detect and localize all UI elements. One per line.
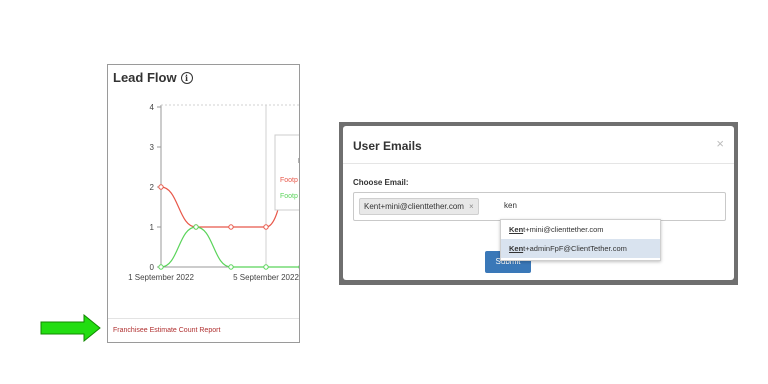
data-point bbox=[263, 264, 269, 270]
suggestion-match: Ken bbox=[509, 225, 524, 234]
tooltip-series-1: Footp bbox=[280, 177, 298, 184]
lead-flow-widget: 0 1 2 3 4 1 September 2022 5 September 2022 F Fo… bbox=[107, 64, 300, 343]
email-tag-input[interactable]: Kent+mini@clienttether.com × ken bbox=[353, 192, 726, 221]
suggestion-item[interactable]: Kent+mini@clienttether.com bbox=[501, 220, 660, 239]
lead-flow-chart: 0 1 2 3 4 1 September 2022 5 September 2022 F Fo… bbox=[128, 103, 300, 282]
chip-remove-icon[interactable]: × bbox=[469, 199, 474, 215]
data-point bbox=[228, 264, 234, 270]
typed-search-text[interactable]: ken bbox=[504, 201, 517, 210]
widget-divider bbox=[108, 318, 299, 319]
x-tick-label: 1 September 2022 bbox=[128, 273, 194, 282]
tooltip-series-2: Footp bbox=[280, 193, 298, 200]
widget-title: Lead Flow i bbox=[113, 70, 193, 85]
modal-title: User Emails bbox=[353, 139, 422, 153]
selected-email-chip: Kent+mini@clienttether.com × bbox=[359, 198, 479, 215]
data-point bbox=[158, 184, 164, 190]
suggestion-rest: t+adminFpF@ClientTether.com bbox=[523, 244, 627, 253]
data-point bbox=[158, 264, 164, 270]
user-emails-screenshot: User Emails × Choose Email: Kent+mini@cl… bbox=[339, 122, 738, 285]
info-icon[interactable]: i bbox=[180, 71, 193, 84]
y-tick-label: 1 bbox=[150, 223, 155, 232]
close-icon[interactable]: × bbox=[716, 136, 724, 151]
data-point bbox=[193, 224, 199, 230]
data-point bbox=[298, 265, 299, 269]
suggestion-match: Ken bbox=[509, 244, 524, 253]
franchisee-report-link[interactable]: Franchisee Estimate Count Report bbox=[113, 327, 220, 334]
suggestion-item-highlighted[interactable]: Kent+adminFpF@ClientTether.com bbox=[501, 239, 660, 258]
data-point bbox=[263, 224, 269, 230]
email-suggestions-dropdown: Kent+mini@clienttether.com Kent+adminFpF… bbox=[500, 219, 661, 261]
widget-title-text: Lead Flow bbox=[113, 70, 177, 85]
y-tick-label: 3 bbox=[150, 143, 155, 152]
suggestion-rest: t+mini@clienttether.com bbox=[523, 225, 604, 234]
y-tick-label: 2 bbox=[150, 183, 155, 192]
y-tick-label: 4 bbox=[150, 103, 155, 112]
x-tick-label: 5 September 2022 bbox=[233, 273, 299, 282]
data-point bbox=[228, 224, 234, 230]
y-tick-label: 0 bbox=[150, 263, 155, 272]
tooltip-header: F bbox=[298, 158, 300, 165]
user-emails-modal: User Emails × Choose Email: Kent+mini@cl… bbox=[343, 126, 734, 280]
chip-label: Kent+mini@clienttether.com bbox=[364, 201, 464, 211]
choose-email-label: Choose Email: bbox=[353, 178, 409, 187]
modal-header-divider bbox=[343, 163, 734, 164]
green-arrow-icon bbox=[40, 314, 101, 342]
